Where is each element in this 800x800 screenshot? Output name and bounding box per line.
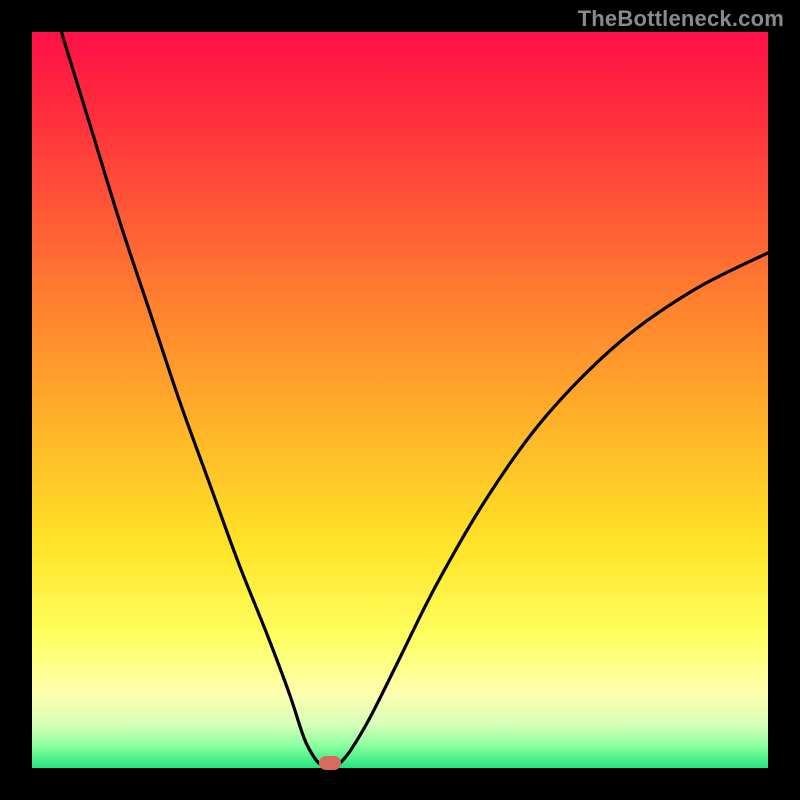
minimum-marker (319, 756, 341, 770)
chart-curve-svg (32, 32, 768, 768)
chart-plot-area (32, 32, 768, 768)
chart-frame: TheBottleneck.com (0, 0, 800, 800)
bottleneck-curve (61, 32, 768, 768)
watermark-text: TheBottleneck.com (578, 6, 784, 32)
